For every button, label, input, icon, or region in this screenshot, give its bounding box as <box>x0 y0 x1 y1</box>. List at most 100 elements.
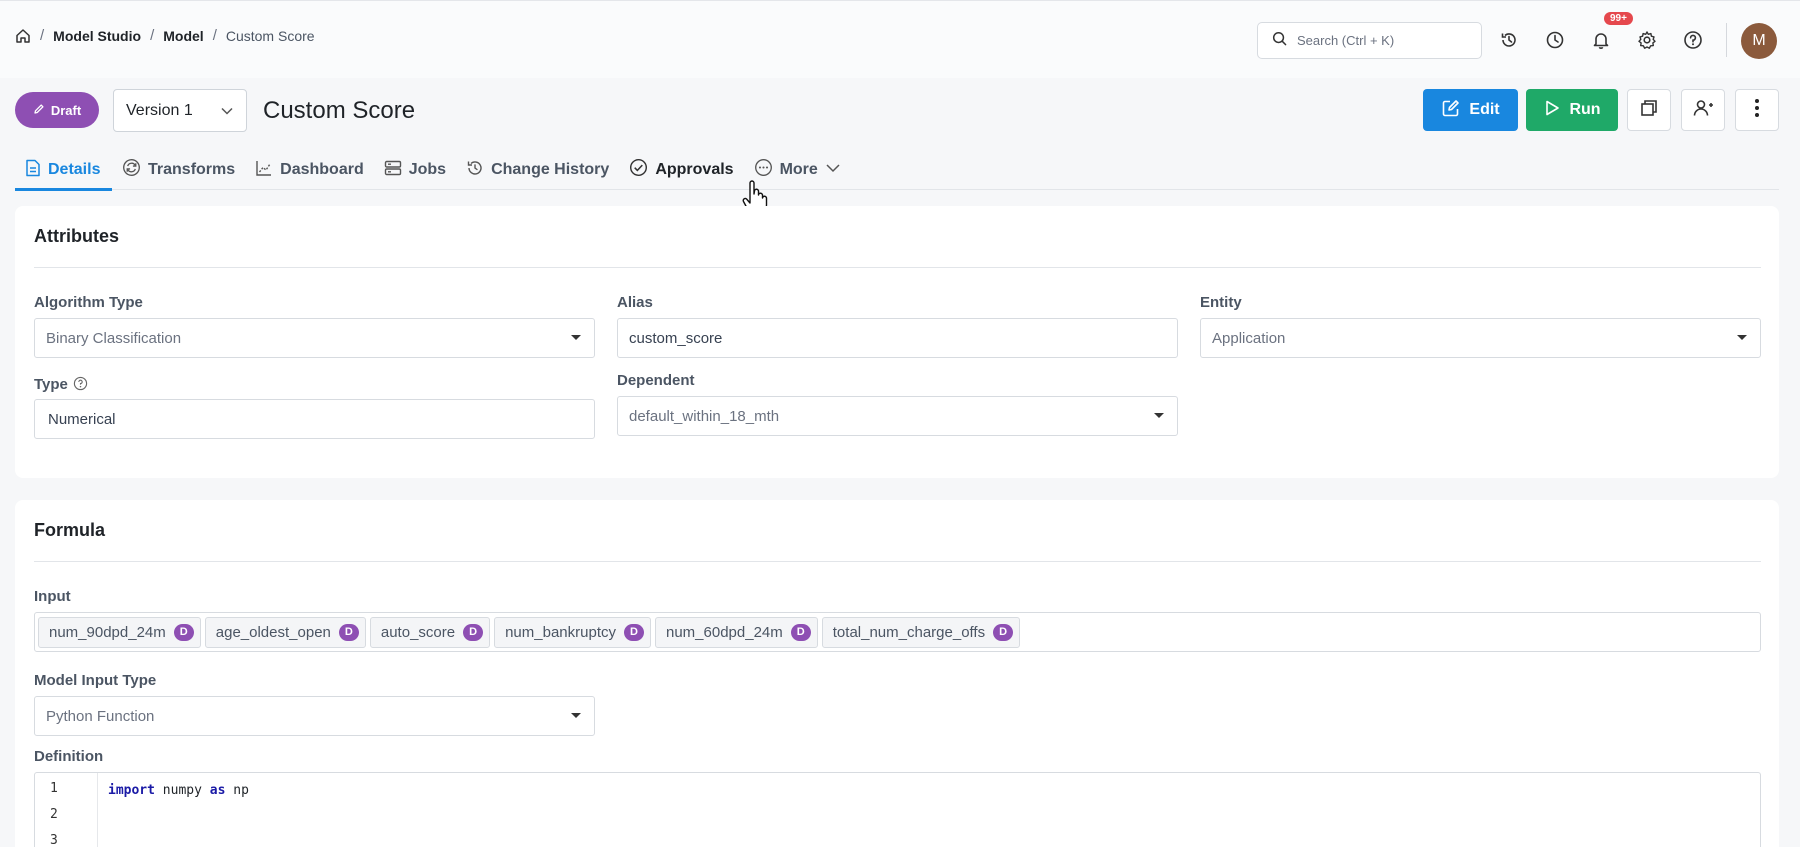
tab-label: More <box>779 161 818 178</box>
derived-badge: D <box>338 623 359 641</box>
input-tag[interactable]: auto_score D <box>369 616 491 648</box>
code-editor[interactable]: 1 2 3 import numpy as np <box>34 772 1761 847</box>
code-keyword: as <box>209 783 226 798</box>
search-icon <box>1272 31 1287 51</box>
code-alias: np <box>233 783 249 798</box>
top-bar: / Model Studio / Model / Custom Score Se… <box>0 0 1800 78</box>
kebab-menu-icon <box>1754 98 1760 123</box>
tab-jobs[interactable]: Jobs <box>374 150 456 190</box>
breadcrumb-model-studio[interactable]: Model Studio <box>53 28 141 44</box>
edit-icon <box>1441 98 1461 123</box>
chevron-down-icon <box>825 161 841 179</box>
derived-badge: D <box>993 623 1014 641</box>
input-label: Input <box>34 588 71 605</box>
attributes-card: Attributes Algorithm Type Binary Classif… <box>15 206 1779 478</box>
edit-label: Edit <box>1469 101 1500 118</box>
version-select[interactable]: Version 1 <box>113 89 247 132</box>
input-tag[interactable]: num_bankruptcy D <box>494 616 651 648</box>
tab-transforms[interactable]: Transforms <box>112 150 245 190</box>
code-module: numpy <box>162 783 202 798</box>
caret-down-icon <box>571 713 581 718</box>
play-icon <box>1543 99 1561 122</box>
formula-card: Formula Input num_90dpd_24m D age_oldest_… <box>15 500 1779 847</box>
transform-icon <box>122 158 141 182</box>
version-label: Version 1 <box>126 101 193 119</box>
run-button[interactable]: Run <box>1526 89 1618 131</box>
tab-label: Jobs <box>408 161 447 178</box>
code-keyword: import <box>108 783 155 798</box>
divider <box>34 561 1761 562</box>
caret-down-icon <box>571 335 581 340</box>
chart-icon <box>255 159 273 182</box>
algorithm-type-select[interactable]: Binary Classification <box>34 318 595 358</box>
bell-icon[interactable] <box>1590 29 1612 51</box>
run-label: Run <box>1569 101 1601 118</box>
search-input[interactable]: Search (Ctrl + K) <box>1257 22 1482 59</box>
edit-button[interactable]: Edit <box>1423 89 1518 131</box>
entity-label: Entity <box>1200 294 1242 311</box>
server-icon <box>384 160 402 181</box>
tab-label: Approvals <box>655 161 734 178</box>
document-icon <box>25 159 41 182</box>
model-input-type-value: Python Function <box>46 707 155 725</box>
history-icon[interactable] <box>1498 29 1520 51</box>
breadcrumb: / Model Studio / Model / Custom Score <box>15 27 315 44</box>
notification-badge: 99+ <box>1604 12 1633 25</box>
help-icon[interactable] <box>73 376 88 391</box>
page-title: Custom Score <box>263 97 416 124</box>
tab-label: Details <box>48 161 101 178</box>
copy-button[interactable] <box>1627 89 1671 131</box>
type-label: Type <box>34 376 88 393</box>
tab-label: Dashboard <box>280 161 364 178</box>
breadcrumb-separator: / <box>150 27 155 44</box>
line-number-gutter: 1 2 3 <box>35 773 98 847</box>
input-tag[interactable]: age_oldest_open D <box>204 616 366 648</box>
definition-label: Definition <box>34 748 104 765</box>
help-icon[interactable] <box>1682 29 1704 51</box>
share-user-button[interactable] <box>1681 89 1725 131</box>
tab-label: Transforms <box>148 161 236 178</box>
derived-badge: D <box>624 623 644 641</box>
caret-down-icon <box>1737 335 1747 340</box>
alias-label: Alias <box>617 294 653 311</box>
gear-icon[interactable] <box>1636 29 1658 51</box>
section-title: Formula <box>34 520 106 540</box>
home-icon[interactable] <box>15 28 31 44</box>
avatar[interactable]: M <box>1741 23 1777 59</box>
tab-approvals[interactable]: Approvals <box>619 150 743 190</box>
line-number: 3 <box>50 833 58 847</box>
algorithm-type-value: Binary Classification <box>46 329 182 347</box>
type-field[interactable]: Numerical <box>34 399 595 439</box>
breadcrumb-current: Custom Score <box>225 27 315 44</box>
input-tag[interactable]: num_60dpd_24m D <box>655 616 818 648</box>
input-tag[interactable]: num_90dpd_24m D <box>38 616 201 648</box>
alias-field[interactable]: custom_score <box>617 318 1178 358</box>
tab-dashboard[interactable]: Dashboard <box>245 150 374 190</box>
code-line: import numpy as np <box>108 783 249 798</box>
derived-badge: D <box>463 623 484 641</box>
input-tag[interactable]: total_num_charge_offs D <box>821 616 1021 648</box>
copy-icon <box>1639 98 1659 123</box>
history-icon <box>466 159 484 182</box>
dependent-label: Dependent <box>617 372 695 389</box>
more-actions-button[interactable] <box>1735 89 1779 131</box>
tab-bar: Details Transforms Dashboard Jobs Change… <box>15 150 1779 191</box>
divider <box>34 267 1761 268</box>
status-label: Draft <box>50 102 82 118</box>
dependent-select[interactable]: default_within_18_mth <box>617 396 1178 436</box>
pencil-icon <box>33 103 45 118</box>
line-number: 1 <box>50 781 58 796</box>
check-circle-icon <box>629 158 648 182</box>
tab-details[interactable]: Details <box>15 150 112 191</box>
input-tags-field[interactable]: num_90dpd_24m D age_oldest_open D auto_sco… <box>34 612 1761 652</box>
tab-change-history[interactable]: Change History <box>456 150 619 190</box>
model-input-type-select[interactable]: Python Function <box>34 696 595 736</box>
chevron-down-icon <box>220 104 234 123</box>
topbar-divider <box>1726 23 1727 57</box>
clock-icon[interactable] <box>1544 29 1566 51</box>
line-number: 2 <box>50 807 58 822</box>
ellipsis-circle-icon <box>754 158 773 182</box>
entity-select[interactable]: Application <box>1200 318 1761 358</box>
breadcrumb-model[interactable]: Model <box>163 28 203 44</box>
algorithm-type-label: Algorithm Type <box>34 294 143 311</box>
